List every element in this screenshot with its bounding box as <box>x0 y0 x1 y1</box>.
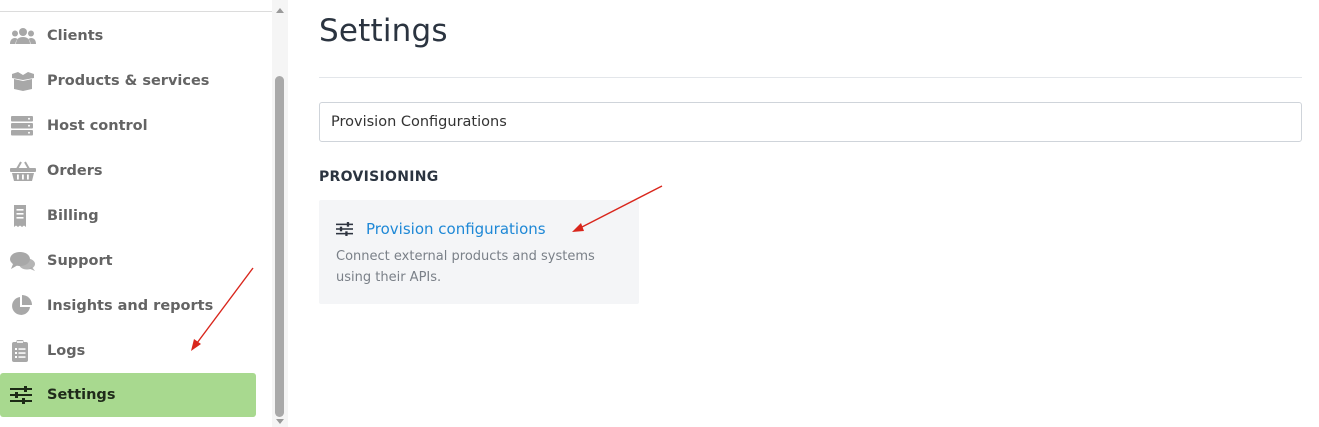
sidebar-item-label: Logs <box>47 342 86 359</box>
chat-bubbles-icon <box>10 250 36 272</box>
server-icon <box>10 115 36 137</box>
sidebar-scrollbar[interactable] <box>272 0 288 427</box>
sidebar-item-label: Insights and reports <box>47 297 214 314</box>
clipboard-icon <box>10 339 36 362</box>
sidebar-item-clients[interactable]: Clients <box>0 13 272 58</box>
sidebar-item-insights-reports[interactable]: Insights and reports <box>0 283 272 328</box>
provision-configurations-link[interactable]: Provision configurations <box>366 220 546 238</box>
sidebar-item-label: Settings <box>47 387 116 403</box>
sidebar-item-label: Host control <box>47 117 148 134</box>
sliders-icon <box>336 222 353 236</box>
receipt-icon <box>10 204 36 227</box>
card-header: Provision configurations <box>336 220 546 238</box>
settings-search-input[interactable] <box>319 102 1302 142</box>
sidebar-item-billing[interactable]: Billing <box>0 193 272 238</box>
provision-configurations-card[interactable]: Provision configurations Connect externa… <box>319 200 639 304</box>
section-heading-provisioning: PROVISIONING <box>319 169 439 185</box>
sidebar-item-logs[interactable]: Logs <box>0 328 272 373</box>
scrollbar-thumb[interactable] <box>275 76 284 417</box>
sidebar-item-label: Orders <box>47 162 103 179</box>
sidebar-nav: Clients Products & services Host control… <box>0 13 272 417</box>
sidebar-item-host-control[interactable]: Host control <box>0 103 272 148</box>
sidebar-item-orders[interactable]: Orders <box>0 148 272 193</box>
sidebar-item-label: Products & services <box>47 72 210 89</box>
scroll-down-arrow-icon[interactable] <box>276 419 284 424</box>
sidebar-item-settings[interactable]: Settings <box>0 373 256 417</box>
sidebar-item-label: Clients <box>47 27 104 44</box>
title-divider <box>319 77 1302 78</box>
sidebar-divider <box>0 0 272 12</box>
sliders-icon <box>10 384 36 406</box>
sidebar-item-label: Support <box>47 252 113 269</box>
card-description: Connect external products and systems us… <box>336 249 595 285</box>
sidebar-item-label: Billing <box>47 207 99 224</box>
pie-chart-icon <box>10 294 36 317</box>
main-content: Settings PROVISIONING Provision configur… <box>319 0 1303 427</box>
sidebar-item-support[interactable]: Support <box>0 238 272 283</box>
sidebar-item-products-services[interactable]: Products & services <box>0 58 272 103</box>
box-icon <box>10 70 36 92</box>
app-window: Clients Products & services Host control… <box>0 0 1319 427</box>
sidebar: Clients Products & services Host control… <box>0 0 288 427</box>
scroll-up-arrow-icon[interactable] <box>276 8 284 13</box>
page-title: Settings <box>319 13 448 49</box>
basket-icon <box>10 160 36 182</box>
users-icon <box>10 25 36 47</box>
